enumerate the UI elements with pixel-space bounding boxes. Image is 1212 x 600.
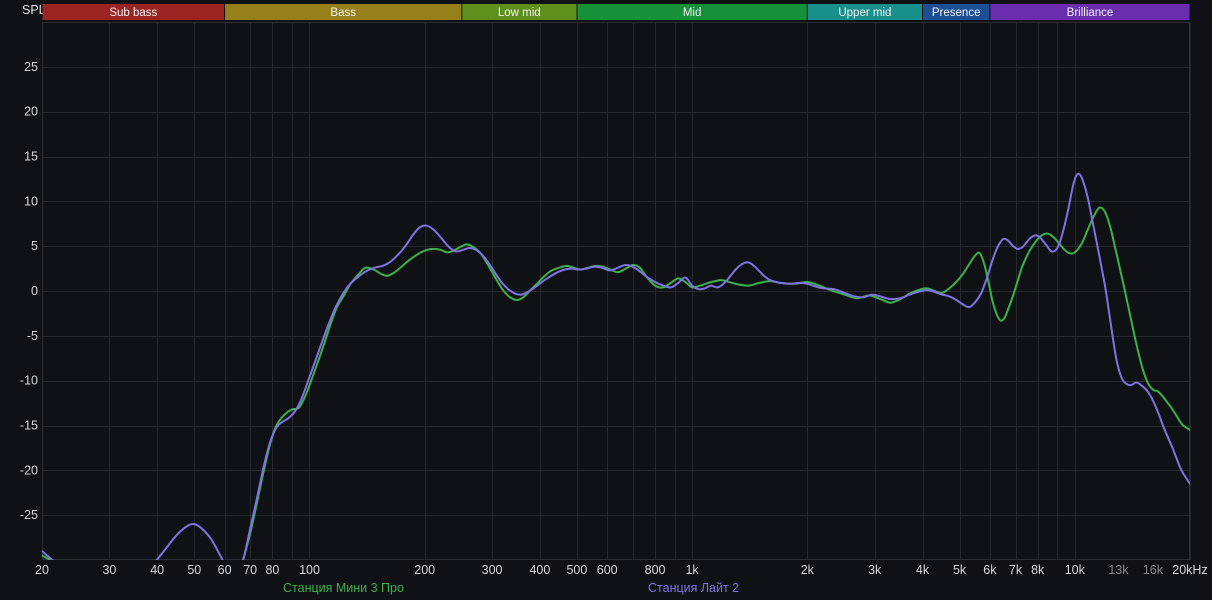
band-label: Brilliance xyxy=(1067,7,1114,19)
band-label: Presence xyxy=(932,7,981,19)
band-label: Low mid xyxy=(498,7,541,19)
legend-series-lite2: Станция Лайт 2 xyxy=(648,581,740,595)
x-tick-label: 7k xyxy=(1009,563,1023,577)
x-tick-label: 60 xyxy=(218,563,232,577)
x-tick-label: 50 xyxy=(187,563,201,577)
x-tick-label: 600 xyxy=(597,563,618,577)
x-tick-label: 13k xyxy=(1108,563,1129,577)
x-tick-label: 6k xyxy=(983,563,997,577)
x-tick-label: 4k xyxy=(916,563,930,577)
y-tick-label: 20 xyxy=(24,105,38,119)
y-tick-label: 15 xyxy=(24,150,38,164)
y-tick-label: -20 xyxy=(20,463,38,477)
y-tick-label: -25 xyxy=(20,508,38,522)
x-tick-label: 80 xyxy=(265,563,279,577)
x-tick-label: 3k xyxy=(868,563,882,577)
x-tick-label: 500 xyxy=(566,563,587,577)
x-tick-label: 10k xyxy=(1065,563,1086,577)
x-tick-label: 5k xyxy=(953,563,967,577)
x-tick-label: 200 xyxy=(414,563,435,577)
band-label: Upper mid xyxy=(838,7,891,19)
curve-series-0 xyxy=(42,206,1190,560)
x-tick-label: 2k xyxy=(801,563,815,577)
x-tick-label: 16k xyxy=(1143,563,1164,577)
y-tick-label: 25 xyxy=(24,60,38,74)
y-tick-label: -15 xyxy=(20,419,38,433)
y-tick-label: -10 xyxy=(20,374,38,388)
legend-series-mini3pro: Станция Мини 3 Про xyxy=(283,581,404,595)
x-tick-label: 40 xyxy=(150,563,164,577)
y-tick-label: 5 xyxy=(31,239,38,253)
x-tick-label: 30 xyxy=(102,563,116,577)
band-label: Mid xyxy=(683,7,702,19)
frequency-response-chart: SPL Sub bass Bass Low mid Mid Upper mid Prese… xyxy=(0,0,1212,600)
chart-canvas: Sub bass Bass Low mid Mid Upper mid Presence B… xyxy=(20,4,1208,577)
x-tick-label: 1k xyxy=(685,563,699,577)
y-tick-label: 0 xyxy=(31,284,38,298)
x-tick-label: 8k xyxy=(1031,563,1045,577)
curves-group xyxy=(42,172,1190,560)
x-tick-label: 300 xyxy=(482,563,503,577)
x-tick-label: 100 xyxy=(299,563,320,577)
y-tick-label: -5 xyxy=(27,329,38,343)
x-tick-label: 400 xyxy=(529,563,550,577)
x-tick-label: 800 xyxy=(645,563,666,577)
x-tick-label: 20 xyxy=(35,563,49,577)
band-label: Bass xyxy=(330,7,356,19)
x-tick-label: 70 xyxy=(243,563,257,577)
band-label: Sub bass xyxy=(109,7,157,19)
x-tick-label: 20kHz xyxy=(1172,563,1207,577)
curve-series-1 xyxy=(42,172,1190,560)
y-tick-label: 10 xyxy=(24,194,38,208)
